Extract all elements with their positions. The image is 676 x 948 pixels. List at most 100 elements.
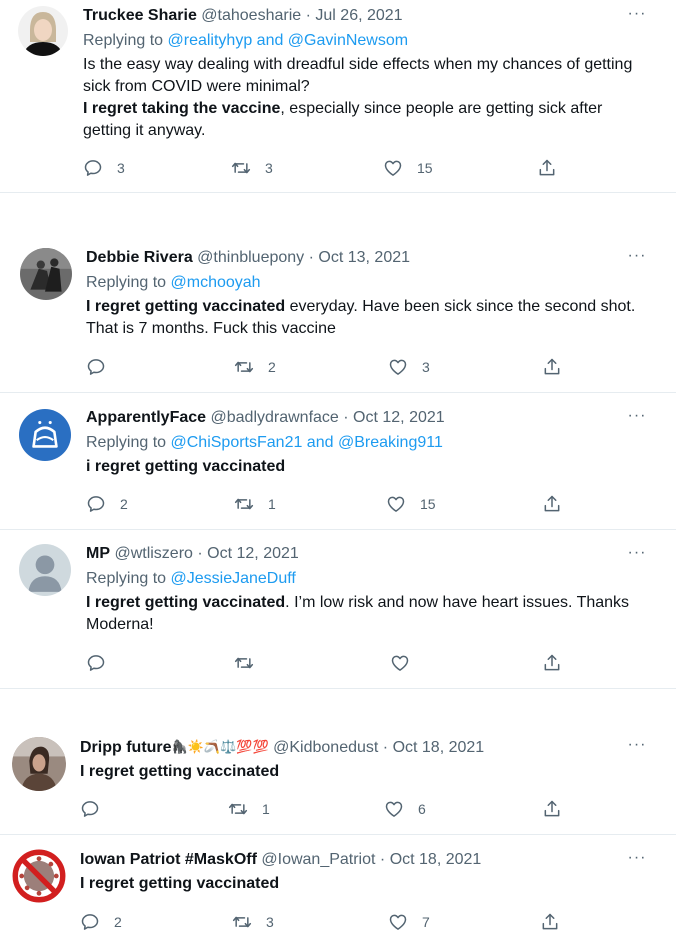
- display-name[interactable]: Debbie Rivera: [86, 249, 193, 266]
- retweet-button[interactable]: 3: [231, 156, 273, 180]
- like-button[interactable]: 15: [383, 156, 433, 180]
- tweet-2[interactable]: Debbie Rivera @thinbluepony · Oct 13, 20…: [0, 240, 676, 392]
- reply-icon: [81, 914, 99, 930]
- tweet-3[interactable]: ApparentlyFace @badlydrawnface · Oct 12,…: [0, 393, 676, 529]
- user-handle[interactable]: @Kidbonedust: [273, 739, 378, 756]
- reply-button[interactable]: [86, 651, 120, 675]
- like-button[interactable]: 15: [386, 492, 436, 516]
- like-button[interactable]: 3: [388, 355, 430, 379]
- replying-to: Replying to @realityhyp and @GavinNewsom: [83, 30, 636, 52]
- tweet-text: Is the easy way dealing with dreadful si…: [83, 54, 636, 142]
- avatar[interactable]: [19, 544, 71, 596]
- reply-count: 2: [114, 914, 122, 930]
- tweet-6[interactable]: Iowan Patriot #MaskOff @Iowan_Patriot · …: [0, 835, 676, 948]
- more-icon[interactable]: ···: [626, 6, 648, 30]
- tweet-content: Truckee Sharie @tahoesharie · Jul 26, 20…: [83, 5, 636, 142]
- tweet-actions: 2 3: [86, 355, 566, 379]
- tweet-text: I regret getting vaccinated: [80, 873, 636, 895]
- like-button[interactable]: [390, 651, 424, 675]
- user-handle[interactable]: @Iowan_Patriot: [261, 851, 375, 868]
- separator-dot: ·: [343, 409, 349, 426]
- retweet-icon: [232, 916, 252, 928]
- tweet-divider: [0, 688, 676, 689]
- more-icon[interactable]: ···: [626, 408, 648, 432]
- tweet-date[interactable]: Oct 13, 2021: [318, 249, 410, 266]
- separator-dot: ·: [305, 7, 311, 24]
- mention-link[interactable]: @JessieJaneDuff: [171, 570, 296, 587]
- tweet-date[interactable]: Oct 18, 2021: [393, 739, 485, 756]
- share-button[interactable]: [542, 492, 562, 516]
- tweet-text: I regret getting vaccinated. I’m low ris…: [86, 592, 636, 636]
- tweet-1[interactable]: Truckee Sharie @tahoesharie · Jul 26, 20…: [0, 0, 676, 192]
- reply-icon: [84, 160, 102, 176]
- reply-button[interactable]: 3: [83, 156, 125, 180]
- tweet-actions: [86, 651, 566, 675]
- retweet-count: 2: [268, 359, 276, 375]
- user-handle[interactable]: @thinbluepony: [197, 249, 304, 266]
- tweet-actions: 2 3 7: [80, 910, 560, 934]
- like-button[interactable]: 6: [384, 797, 426, 821]
- tweet-header: Debbie Rivera @thinbluepony · Oct 13, 20…: [86, 247, 636, 269]
- share-button[interactable]: [542, 651, 562, 675]
- share-button[interactable]: [537, 156, 557, 180]
- reply-button[interactable]: [86, 355, 120, 379]
- like-button[interactable]: 7: [388, 910, 430, 934]
- tweet-text-bold: I regret taking the vaccine: [83, 100, 281, 117]
- tweet-content: Dripp future🦍☀️🪃⚖️💯💯 @Kidbonedust · Oct …: [80, 736, 636, 783]
- tweet-header: Dripp future🦍☀️🪃⚖️💯💯 @Kidbonedust · Oct …: [80, 736, 636, 759]
- share-button[interactable]: [540, 910, 560, 934]
- mention-link[interactable]: @realityhyp and @GavinNewsom: [168, 32, 409, 49]
- no-virus-sign-icon: [12, 849, 66, 903]
- reply-icon: [81, 801, 99, 817]
- display-name[interactable]: Iowan Patriot #MaskOff: [80, 851, 257, 868]
- user-handle[interactable]: @badlydrawnface: [211, 409, 339, 426]
- avatar[interactable]: [12, 737, 66, 791]
- retweet-button[interactable]: [234, 651, 268, 675]
- retweet-button[interactable]: 1: [228, 797, 270, 821]
- tweet-header: Iowan Patriot #MaskOff @Iowan_Patriot · …: [80, 849, 636, 871]
- tweet-text-bold: I regret getting vaccinated: [86, 298, 286, 315]
- mention-link[interactable]: @ChiSportsFan21 and @Breaking911: [171, 434, 443, 451]
- reply-button[interactable]: [80, 797, 114, 821]
- display-name[interactable]: Truckee Sharie: [83, 7, 197, 24]
- share-button[interactable]: [542, 355, 562, 379]
- reply-icon: [87, 655, 105, 671]
- retweet-button[interactable]: 3: [232, 910, 274, 934]
- tweet-header: Truckee Sharie @tahoesharie · Jul 26, 20…: [83, 5, 636, 27]
- tweet-header: MP @wtliszero · Oct 12, 2021: [86, 543, 636, 565]
- user-handle[interactable]: @tahoesharie: [201, 7, 301, 24]
- reply-count: 3: [117, 160, 125, 176]
- avatar[interactable]: [12, 849, 66, 903]
- share-icon: [542, 913, 558, 930]
- user-handle[interactable]: @wtliszero: [114, 545, 192, 562]
- display-name[interactable]: MP: [86, 545, 110, 562]
- avatar[interactable]: [20, 248, 72, 300]
- reply-button[interactable]: 2: [80, 910, 122, 934]
- avatar-truckee-sharie-image: [18, 6, 68, 56]
- tweet-date[interactable]: Oct 12, 2021: [207, 545, 299, 562]
- display-name[interactable]: ApparentlyFace: [86, 409, 206, 426]
- more-icon[interactable]: ···: [626, 850, 648, 874]
- avatar[interactable]: [18, 6, 68, 56]
- tweet-date[interactable]: Oct 12, 2021: [353, 409, 445, 426]
- tweet-date[interactable]: Oct 18, 2021: [390, 851, 482, 868]
- retweet-button[interactable]: 2: [234, 355, 276, 379]
- more-icon[interactable]: ···: [626, 545, 648, 569]
- avatar-apparentlyface-image: [19, 409, 71, 461]
- mention-link[interactable]: @mchooyah: [171, 274, 261, 291]
- tweet-5[interactable]: Dripp future🦍☀️🪃⚖️💯💯 @Kidbonedust · Oct …: [0, 722, 676, 834]
- retweet-count: 1: [262, 801, 270, 817]
- more-icon[interactable]: ···: [626, 737, 648, 761]
- retweet-icon: [234, 498, 254, 510]
- tweet-4[interactable]: MP @wtliszero · Oct 12, 2021 Replying to…: [0, 530, 676, 688]
- reply-button[interactable]: 2: [86, 492, 128, 516]
- avatar[interactable]: [19, 409, 71, 461]
- display-name[interactable]: Dripp future: [80, 739, 172, 756]
- retweet-button[interactable]: 1: [234, 492, 276, 516]
- more-icon[interactable]: ···: [626, 248, 648, 272]
- like-icon: [391, 655, 409, 671]
- tweet-date[interactable]: Jul 26, 2021: [315, 7, 402, 24]
- like-icon: [385, 801, 403, 817]
- tweet-text: I regret getting vaccinated: [80, 761, 636, 783]
- share-button[interactable]: [542, 797, 562, 821]
